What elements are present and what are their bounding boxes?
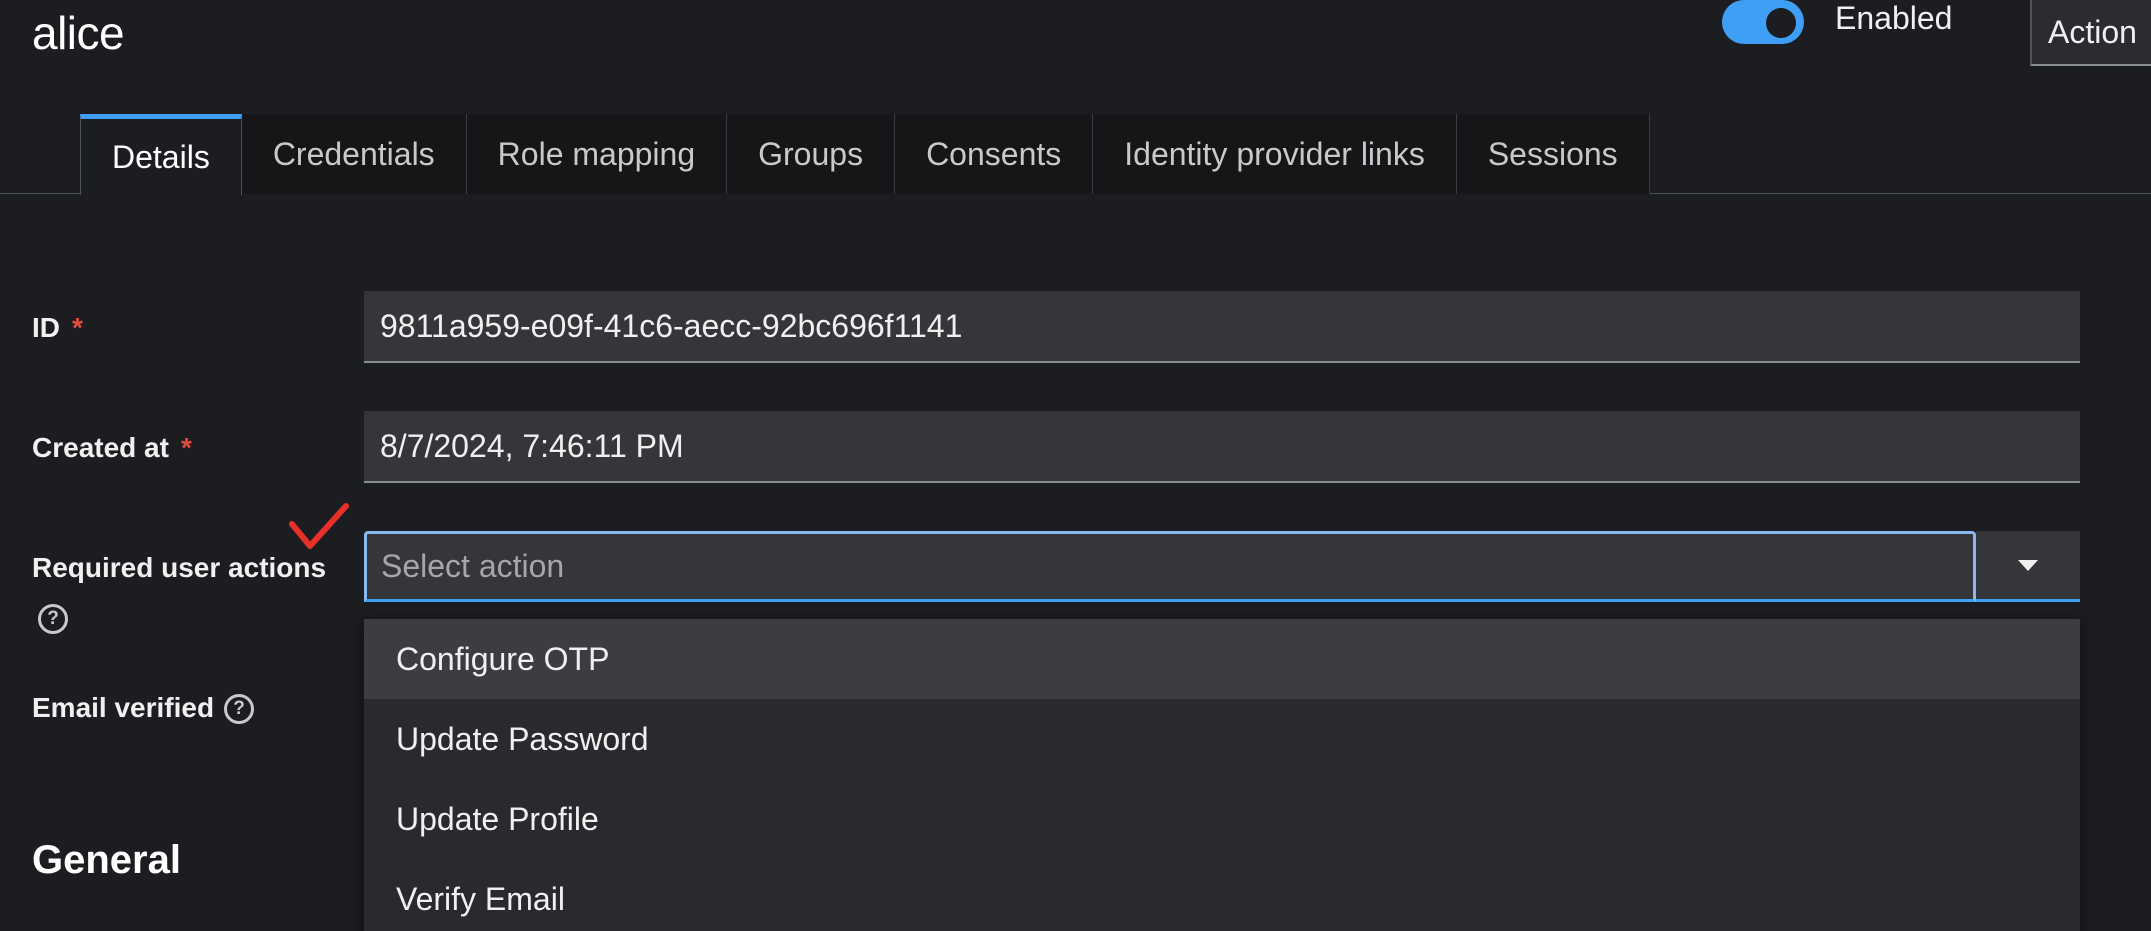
help-icon[interactable]: ? — [224, 694, 254, 724]
created-at-required-star: * — [180, 432, 192, 463]
required-actions-select-toggle[interactable] — [1976, 531, 2080, 602]
menu-item-configure-otp[interactable]: Configure OTP — [364, 619, 2080, 699]
created-at-field[interactable] — [364, 411, 2080, 483]
help-icon[interactable]: ? — [38, 604, 68, 634]
checkmark-annotation-icon — [289, 503, 349, 549]
section-title-general: General — [32, 838, 181, 882]
tab-details[interactable]: Details — [80, 114, 242, 195]
tab-credentials[interactable]: Credentials — [241, 114, 467, 194]
id-field[interactable] — [364, 291, 2080, 363]
enabled-toggle[interactable] — [1722, 0, 1804, 44]
required-actions-select-input[interactable] — [364, 531, 1976, 602]
tabs-bar: Details Credentials Role mapping Groups … — [0, 114, 2151, 195]
menu-item-update-password[interactable]: Update Password — [364, 699, 2080, 779]
tab-list: Details Credentials Role mapping Groups … — [80, 114, 1650, 195]
menu-item-update-profile[interactable]: Update Profile — [364, 779, 2080, 859]
tab-groups[interactable]: Groups — [727, 114, 896, 194]
action-dropdown-button[interactable]: Action — [2030, 0, 2151, 66]
tab-sessions[interactable]: Sessions — [1456, 114, 1650, 194]
menu-item-verify-email[interactable]: Verify Email — [364, 859, 2080, 931]
required-user-actions-label: Required user actions — [32, 552, 327, 583]
tab-identity-provider-links[interactable]: Identity provider links — [1093, 114, 1457, 194]
page-title: alice — [32, 7, 125, 59]
created-at-label: Created at * — [32, 432, 192, 464]
tab-consents[interactable]: Consents — [895, 114, 1094, 194]
caret-down-icon — [2018, 559, 2038, 571]
id-label: ID * — [32, 312, 83, 344]
toggle-knob — [1766, 8, 1796, 38]
id-label-text: ID — [32, 312, 60, 343]
created-at-label-text: Created at — [32, 432, 169, 463]
id-required-star: * — [72, 312, 83, 343]
enabled-toggle-label: Enabled — [1835, 0, 1953, 36]
user-details-page: alice Enabled Action Details Credentials… — [0, 0, 2151, 931]
tab-role-mapping[interactable]: Role mapping — [466, 114, 728, 194]
email-verified-label: Email verified — [32, 692, 215, 723]
required-actions-menu: Configure OTP Update Password Update Pro… — [364, 619, 2080, 931]
